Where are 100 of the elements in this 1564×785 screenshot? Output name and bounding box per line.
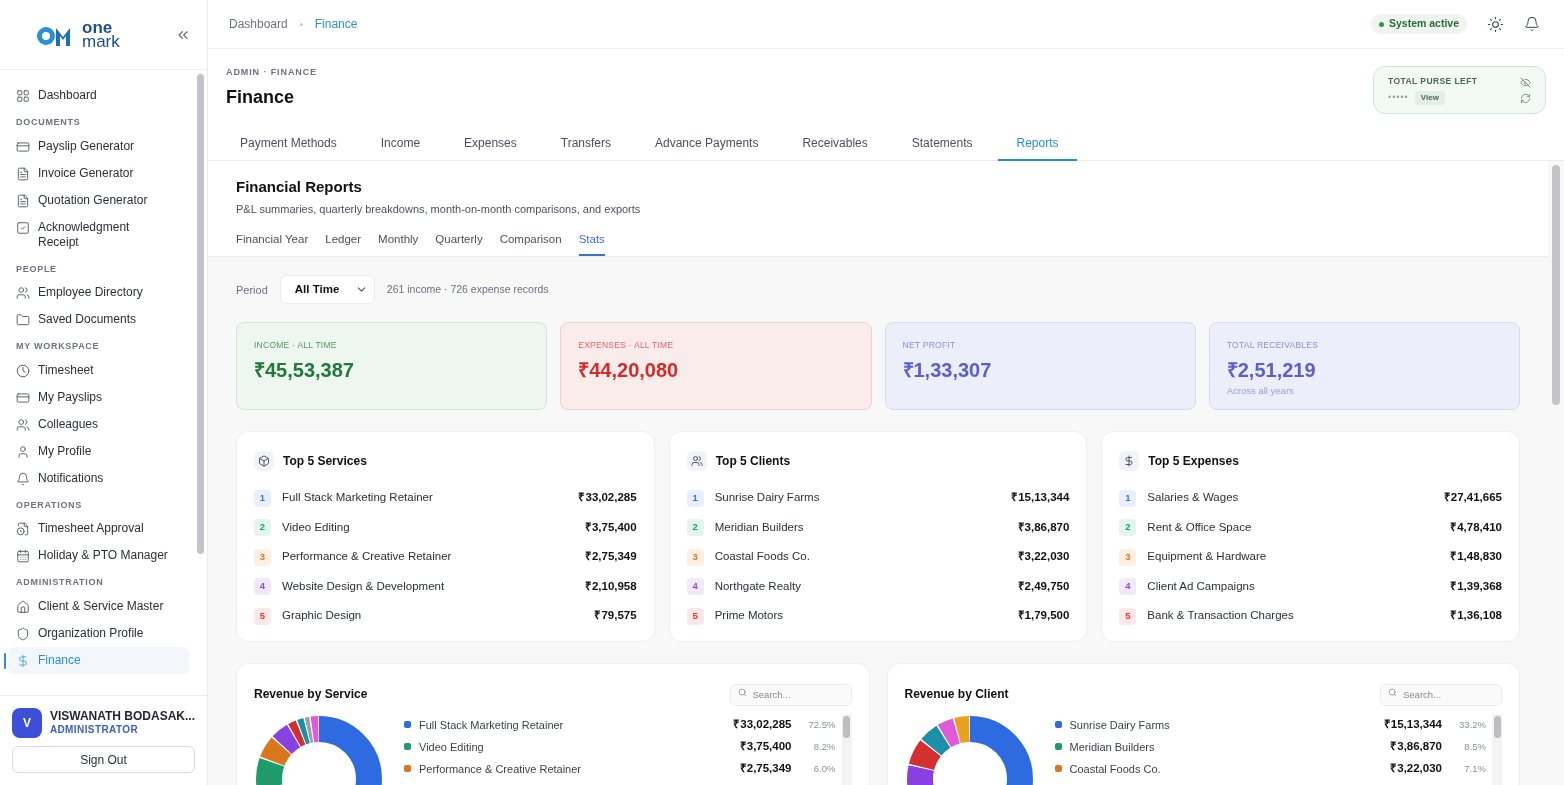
subtab[interactable]: Stats [578,231,605,257]
breadcrumb-link[interactable]: Finance [314,15,358,33]
row-name: Rent & Office Space [1147,519,1253,535]
row-name: Graphic Design [282,608,363,624]
row-amount: ₹33,02,285 [578,490,637,506]
nav-item[interactable]: My Profile [8,437,189,465]
refresh-icon[interactable] [1520,92,1531,104]
tab[interactable]: Advance Payments [637,132,777,161]
subtab[interactable]: Financial Year [236,231,309,257]
users-icon [16,417,30,432]
subtab[interactable]: Ledger [325,231,362,257]
search-field[interactable]: Search... [729,683,852,706]
legend-share: 8.2% [812,739,836,754]
bell-icon [16,471,30,486]
nav-item[interactable]: Employee Directory [8,279,189,306]
search-field[interactable]: Search... [1380,683,1502,706]
avatar: V [12,708,42,738]
row-name: Prime Motors [714,608,785,624]
shield-icon [16,626,30,641]
breadcrumb-link[interactable]: Dashboard [229,15,288,33]
logo-text: one [82,20,113,35]
legend-share: 7.1% [1463,761,1486,776]
nav-item[interactable]: Notifications [8,464,189,492]
nav-item[interactable]: Holiday & PTO Manager [8,542,189,569]
stat-label: TOTAL RECEIVABLES [1226,339,1320,352]
tab[interactable]: Payment Methods [222,132,355,161]
nav-item[interactable]: Timesheet Approval [8,515,189,542]
legend-amount: ₹2,75,349 [739,761,792,777]
active-indicator [4,652,6,669]
purse-title: TOTAL PURSE LEFT [1388,75,1478,88]
subtab[interactable]: Comparison [499,231,562,257]
view-button[interactable]: View [1414,90,1445,105]
user-icon [16,444,30,459]
dollar-icon [16,653,30,668]
nav-item[interactable]: Dashboard [8,82,189,109]
folder-icon [16,313,30,327]
nav-item[interactable]: Acknowledgment Receipt [8,213,189,256]
nav-item[interactable]: Payslip Generator [8,132,189,160]
scrollbar-thumb[interactable] [197,74,204,554]
sign-out-button[interactable]: Sign Out [12,746,195,773]
nav-item[interactable]: Quotation Generator [8,186,189,214]
tab[interactable]: Income [362,132,439,161]
row-name: Equipment & Hardware [1147,549,1268,565]
users-icon [690,455,703,468]
bell-icon[interactable] [1524,16,1540,32]
status-text: System active [1388,16,1459,32]
nav-item[interactable]: Timesheet [8,356,189,384]
card-title: Revenue by Service [254,685,368,703]
subtab[interactable]: Monthly [378,231,419,257]
row-amount: ₹3,86,870 [1017,519,1070,535]
document-icon [16,166,30,181]
legend-share: 72.5% [807,717,836,732]
scrollbar-thumb[interactable] [1552,165,1560,405]
row-amount: ₹1,36,108 [1450,608,1502,624]
theme-icon[interactable] [1487,15,1504,33]
nav-item[interactable]: Client & Service Master [8,592,189,620]
nav-item[interactable]: Invoice Generator [8,159,189,187]
row-amount: ₹27,41,665 [1443,490,1502,506]
stat-value: ₹45,53,387 [254,358,355,382]
period-label: Period [236,282,268,298]
rank-badge: 2 [686,519,704,536]
rank-badge: 3 [686,548,704,566]
row-name: Salaries & Wages [1147,490,1240,506]
search-icon [1388,687,1397,697]
row-amount: ₹1,79,500 [1017,608,1070,624]
legend-amount: ₹15,13,344 [1383,717,1442,733]
rank-badge: 1 [686,489,704,507]
legend-share: 8.5% [1463,739,1486,754]
row-name: Website Design & Development [282,578,446,594]
eye-off-icon[interactable] [1520,76,1531,88]
tab[interactable]: Statements [893,132,991,161]
tab[interactable]: Receivables [784,132,886,161]
masked-value: ••••• [1388,91,1409,105]
row-name: Northgate Realty [714,578,802,594]
tab[interactable]: Transfers [542,132,629,161]
nav-item[interactable]: Organization Profile [8,619,189,647]
scrollbar-thumb[interactable] [1493,715,1501,738]
row-amount: ₹3,22,030 [1017,549,1070,565]
section-heading: ADMINISTRATION [15,576,105,589]
row-amount: ₹1,39,368 [1450,578,1502,594]
tab[interactable]: Expenses [446,132,535,161]
rank-badge: 4 [686,578,704,595]
row-name: Full Stack Marketing Retainer [282,490,434,506]
rank-badge: 1 [254,489,271,507]
subtab[interactable]: Quarterly [435,231,483,257]
period-dropdown[interactable]: All Time [279,275,375,305]
stat-value: ₹1,33,307 [902,358,993,382]
row-amount: ₹15,13,344 [1011,490,1070,506]
scrollbar-thumb[interactable] [843,715,850,738]
rank-badge: 5 [686,607,704,625]
section-heading: DOCUMENTS [15,116,82,129]
nav-item[interactable]: Colleagues [8,410,189,438]
user-name: VISWANATH BODASAK... [49,710,195,723]
row-amount: ₹79,575 [594,608,637,624]
rank-badge: 5 [254,607,271,625]
nav-item[interactable]: Saved Documents [8,306,189,333]
calendar-icon [16,549,30,563]
search-icon [737,687,747,697]
nav-item[interactable]: My Payslips [8,383,189,411]
legend-amount: ₹3,86,870 [1390,739,1442,755]
